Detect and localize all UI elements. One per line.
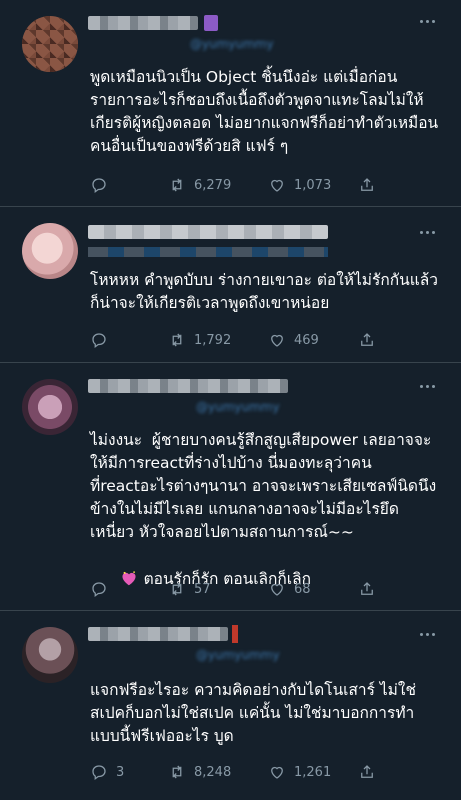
tweet-text: โหหหห คำพูดบับบ ร่างกายเขาอะ ต่อให้ไม่รั… [90,271,438,312]
share-icon [361,765,373,778]
heart-icon [271,179,283,192]
share-icon [361,178,373,191]
tweet-text: แจกฟรีอะไรอะ ความคิดอย่างกับไดโนเสาร์ ไม… [90,681,416,745]
retweet-button[interactable]: 6,279 [168,176,268,194]
tweet-actions: 57 68 [90,580,439,598]
retweet-button[interactable]: 57 [168,580,268,598]
author-handle[interactable]: @yumyummy [196,649,280,661]
reply-button[interactable]: 3 [90,763,168,781]
share-button[interactable] [358,331,382,349]
tweet-actions: 6,279 1,073 [90,176,439,194]
more-options-icon[interactable] [415,379,439,393]
like-count: 68 [294,581,311,597]
name-emoji-icon [232,625,238,643]
retweet-icon [172,333,182,347]
more-options-icon[interactable] [415,627,439,641]
author-handle-redacted [88,247,328,257]
retweet-count: 1,792 [194,332,232,348]
like-count: 1,261 [294,764,332,780]
share-button[interactable] [358,176,382,194]
tweet-actions: 3 8,248 1,261 [90,763,439,781]
avatar[interactable] [22,379,78,435]
retweet-count: 8,248 [194,764,232,780]
author-name-redacted [88,627,228,641]
heart-icon [271,334,283,347]
share-button[interactable] [358,580,382,598]
tweet-4[interactable]: @yumyummy แจกฟรีอะไรอะ ความคิดอย่างกับได… [0,611,461,800]
share-button[interactable] [358,763,382,781]
share-icon [361,333,373,346]
like-button[interactable]: 68 [268,580,358,598]
heart-icon [271,766,283,779]
retweet-icon [172,178,182,192]
like-count: 1,073 [294,177,332,193]
reply-icon [92,333,106,349]
share-icon [361,582,373,595]
tweet-2[interactable]: โหหหห คำพูดบับบ ร่างกายเขาอะ ต่อให้ไม่รั… [0,207,461,363]
retweet-count: 57 [194,581,211,597]
author-handle[interactable]: @yumyummy [190,38,274,50]
reply-button[interactable] [90,331,168,349]
reply-icon [92,178,106,194]
avatar[interactable] [22,16,78,72]
tweet-actions: 1,792 469 [90,331,439,349]
more-options-icon[interactable] [415,14,439,28]
retweet-count: 6,279 [194,177,232,193]
reply-count: 3 [116,764,125,780]
tweet-3[interactable]: @yumyummy ไม่งงนะ ผู้ชายบางคนรู้สึกสูญเส… [0,363,461,611]
name-emoji-icon [204,15,218,31]
tweet-text: พูดเหมือนนิวเป็น Object ชิ้นนึงอ่ะ แต่เม… [90,68,439,155]
author-name-redacted [88,225,328,239]
retweet-button[interactable]: 1,792 [168,331,268,349]
reply-button[interactable] [90,580,168,598]
retweet-icon [172,582,182,596]
tweet-text: ไม่งงนะ ผู้ชายบางคนรู้สึกสูญเสียpower เล… [90,431,442,541]
heart-icon [271,583,283,596]
author-name-redacted [88,379,288,393]
author-handle[interactable]: @yumyummy [196,401,280,413]
reply-icon [92,765,106,781]
avatar[interactable] [22,223,78,279]
retweet-icon [172,765,182,779]
like-button[interactable]: 1,261 [268,763,358,781]
tweet-feed: @yumyummy พูดเหมือนนิวเป็น Object ชิ้นนึ… [0,0,461,800]
avatar[interactable] [22,627,78,683]
tweet-1[interactable]: @yumyummy พูดเหมือนนิวเป็น Object ชิ้นนึ… [0,0,461,207]
author-name-redacted [88,16,198,30]
like-button[interactable]: 469 [268,331,358,349]
reply-icon [92,582,106,598]
reply-button[interactable] [90,176,168,194]
retweet-button[interactable]: 8,248 [168,763,268,781]
more-options-icon[interactable] [415,225,439,239]
like-button[interactable]: 1,073 [268,176,358,194]
like-count: 469 [294,332,319,348]
